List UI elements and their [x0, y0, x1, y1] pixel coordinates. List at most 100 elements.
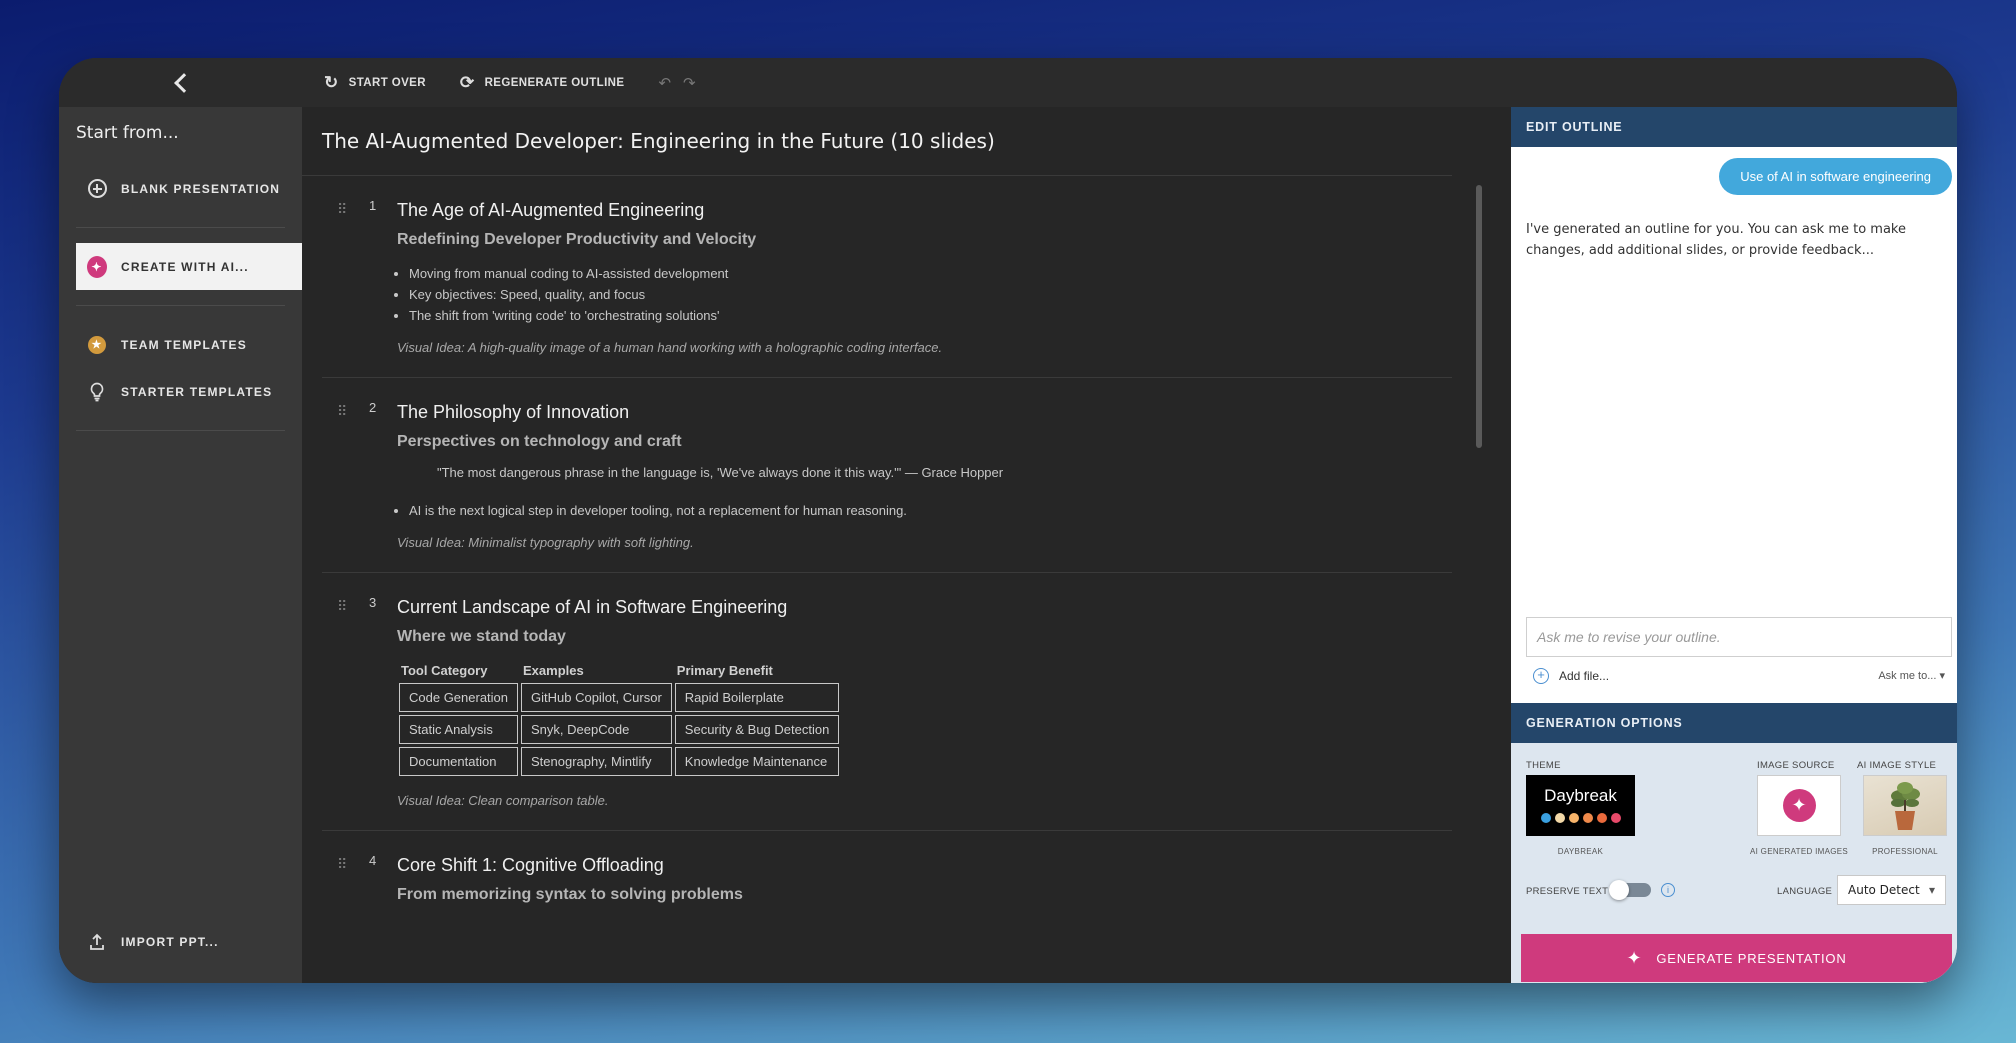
drag-handle-icon[interactable]: ⠿: [337, 598, 347, 615]
color-dot: [1540, 813, 1551, 823]
add-file-label: Add file...: [1559, 669, 1610, 683]
sidebar-item-label: BLANK PRESENTATION: [121, 181, 281, 196]
generate-presentation-button[interactable]: ✦ GENERATE PRESENTATION: [1521, 934, 1952, 982]
drag-handle-icon[interactable]: ⠿: [337, 201, 347, 218]
drag-handle-icon[interactable]: ⠿: [337, 403, 347, 420]
undo-icon[interactable]: ↶: [658, 74, 671, 92]
sparkle-icon: ✦: [1626, 947, 1643, 968]
toolbar: ↻ START OVER ⟳ REGENERATE OUTLINE ↶ ↷: [302, 58, 1957, 107]
import-ppt-button[interactable]: IMPORT PPT...: [59, 918, 219, 965]
regenerate-label: REGENERATE OUTLINE: [484, 76, 625, 89]
color-dot: [1596, 813, 1607, 823]
generate-label: GENERATE PRESENTATION: [1656, 950, 1847, 966]
sidebar-heading: Start from...: [76, 123, 179, 143]
outline-editor: The AI-Augmented Developer: Engineering …: [302, 107, 1482, 983]
image-style-card[interactable]: [1863, 775, 1947, 836]
upload-icon: [90, 933, 104, 950]
revise-outline-input[interactable]: Ask me to revise your outline.: [1526, 617, 1952, 657]
assistant-message: I've generated an outline for you. You c…: [1526, 222, 1906, 258]
slide-subtitle: From memorizing syntax to solving proble…: [397, 886, 743, 903]
outline-slide[interactable]: ⠿ 1 The Age of AI-Augmented Engineering …: [322, 176, 1452, 378]
outline-title: The AI-Augmented Developer: Engineering …: [302, 107, 1452, 176]
regenerate-outline-button[interactable]: ⟳ REGENERATE OUTLINE: [460, 73, 625, 93]
divider: [76, 305, 285, 306]
table-row: Static Analysis Snyk, DeepCode Security …: [399, 715, 840, 744]
generation-options: THEME Daybreak DAYBREAK IMAGE SOURCE ✦ A…: [1511, 743, 1957, 983]
start-over-button[interactable]: ↻ START OVER: [324, 73, 426, 93]
table-header: Tool Category: [401, 663, 488, 678]
table-cell: Documentation: [399, 747, 519, 776]
potted-plant-icon: [1891, 782, 1920, 830]
color-dot: [1554, 813, 1565, 823]
table-cell: Knowledge Maintenance: [674, 747, 840, 776]
sidebar: Start from... BLANK PRESENTATION ✦ CREAT…: [59, 58, 302, 983]
slide-title: Core Shift 1: Cognitive Offloading: [397, 855, 664, 875]
visual-idea: Visual Idea: Clean comparison table.: [397, 793, 609, 808]
star-icon: ★: [88, 335, 106, 354]
bullet: Key objectives: Speed, quality, and focu…: [409, 284, 1452, 305]
table-header: Examples: [523, 663, 584, 678]
language-select[interactable]: Auto Detect ▾: [1837, 875, 1946, 905]
sidebar-item-label: CREATE WITH AI...: [121, 259, 249, 274]
redo-icon[interactable]: ↷: [683, 74, 696, 92]
add-file-button[interactable]: + Add file...: [1533, 668, 1609, 684]
slide-number: 2: [369, 400, 377, 415]
ai-sparkle-icon: ✦: [87, 255, 107, 278]
info-icon[interactable]: i: [1661, 883, 1675, 897]
bullet: AI is the next logical step in developer…: [409, 500, 1452, 521]
image-style-label: AI IMAGE STYLE: [1857, 760, 1937, 771]
slide-number: 1: [369, 198, 377, 213]
preserve-text-toggle[interactable]: [1609, 880, 1651, 900]
slide-number: 3: [369, 595, 377, 610]
table-cell: Snyk, DeepCode: [521, 715, 672, 744]
theme-color-dots: [1526, 813, 1635, 823]
sidebar-item-team-templates[interactable]: ★ TEAM TEMPLATES: [59, 321, 302, 368]
outline-slide[interactable]: ⠿ 2 The Philosophy of Innovation Perspec…: [322, 378, 1452, 573]
quote: "The most dangerous phrase in the langua…: [437, 465, 1004, 480]
table-cell: GitHub Copilot, Cursor: [521, 683, 672, 712]
language-label: LANGUAGE: [1777, 886, 1833, 897]
language-value: Auto Detect: [1848, 883, 1920, 897]
bullet: The shift from 'writing code' to 'orches…: [409, 305, 1452, 326]
comparison-table: Tool Category Examples Primary Benefit C…: [396, 660, 842, 779]
color-dot: [1610, 813, 1621, 823]
slide-title: The Age of AI-Augmented Engineering: [397, 200, 705, 220]
outline-slide[interactable]: ⠿ 4 Core Shift 1: Cognitive Offloading F…: [322, 831, 1452, 940]
color-dot: [1582, 813, 1593, 823]
bullet-list: AI is the next logical step in developer…: [409, 500, 1452, 521]
scrollbar[interactable]: [1476, 185, 1482, 448]
table-cell: Rapid Boilerplate: [674, 683, 840, 712]
ai-sparkle-icon: ✦: [1782, 789, 1816, 822]
slide-number: 4: [369, 853, 377, 868]
table-row: Documentation Stenography, Mintlify Know…: [399, 747, 840, 776]
color-dot: [1568, 813, 1579, 823]
plus-circle-icon: +: [1533, 668, 1549, 684]
slide-subtitle: Perspectives on technology and craft: [397, 433, 682, 450]
image-source-caption: AI GENERATED IMAGES: [1749, 847, 1848, 856]
sidebar-item-starter-templates[interactable]: STARTER TEMPLATES: [59, 368, 302, 415]
back-button[interactable]: [59, 58, 302, 107]
image-source-card[interactable]: ✦: [1757, 775, 1841, 836]
table-row: Code Generation GitHub Copilot, Cursor R…: [399, 683, 840, 712]
drag-handle-icon[interactable]: ⠿: [337, 856, 347, 873]
slide-title: The Philosophy of Innovation: [397, 402, 630, 422]
slide-title: Current Landscape of AI in Software Engi…: [397, 597, 788, 617]
divider: [76, 227, 285, 228]
sidebar-item-blank-presentation[interactable]: BLANK PRESENTATION: [59, 165, 302, 212]
theme-caption: DAYBREAK: [1557, 847, 1604, 856]
ask-to-label: Ask me to...: [1878, 670, 1937, 682]
theme-label: THEME: [1526, 760, 1561, 771]
ask-me-to-dropdown[interactable]: Ask me to... ▾: [1878, 669, 1945, 682]
table-cell: Stenography, Mintlify: [521, 747, 672, 776]
theme-card[interactable]: Daybreak: [1526, 775, 1635, 836]
generation-options-heading: GENERATION OPTIONS: [1511, 703, 1957, 743]
visual-idea: Visual Idea: Minimalist typography with …: [397, 535, 694, 550]
prompt-chip: Use of AI in software engineering: [1719, 158, 1952, 195]
outline-slide[interactable]: ⠿ 3 Current Landscape of AI in Software …: [322, 573, 1452, 831]
preserve-text-label: PRESERVE TEXT: [1526, 886, 1609, 897]
lightbulb-icon: [90, 382, 104, 401]
table-header: Primary Benefit: [676, 663, 773, 678]
sidebar-item-create-with-ai[interactable]: ✦ CREATE WITH AI...: [76, 243, 302, 290]
right-panel: EDIT OUTLINE Use of AI in software engin…: [1511, 107, 1957, 983]
bullet-list: Moving from manual coding to AI-assisted…: [409, 263, 1452, 326]
